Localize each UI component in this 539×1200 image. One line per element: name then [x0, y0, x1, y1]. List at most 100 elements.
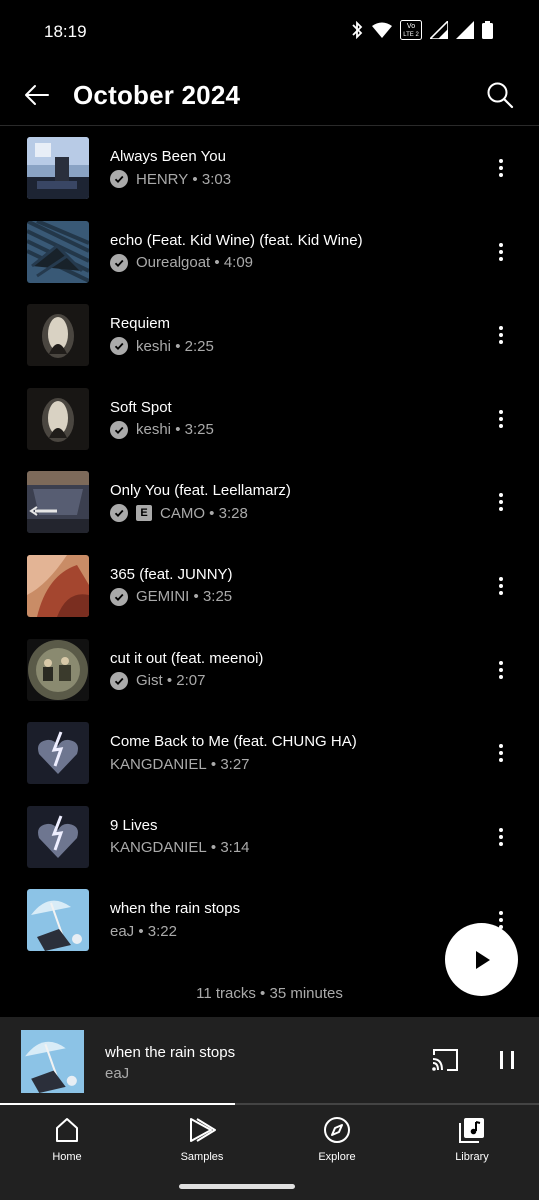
nav-library[interactable]: Library: [427, 1115, 517, 1163]
search-button[interactable]: [485, 80, 515, 110]
more-options-button[interactable]: [493, 239, 509, 265]
track-row[interactable]: Soft Spot keshi • 3:25: [0, 378, 539, 462]
signal-icon-2: [456, 21, 474, 39]
track-row[interactable]: 365 (feat. JUNNY) GEMINI • 3:25: [0, 545, 539, 629]
nav-samples[interactable]: Samples: [157, 1115, 247, 1163]
status-bar: 18:19 Vo LTE 2: [0, 0, 539, 64]
nav-home[interactable]: Home: [22, 1115, 112, 1163]
track-row[interactable]: Come Back to Me (feat. CHUNG HA) KANGDAN…: [0, 712, 539, 796]
status-time: 18:19: [44, 22, 87, 41]
album-art: [27, 722, 89, 785]
track-duration: 3:14: [220, 839, 250, 857]
status-icons: Vo LTE 2: [350, 20, 493, 40]
signal-icon: [430, 21, 448, 39]
track-meta: eaJ • 3:22: [110, 922, 177, 940]
track-title: 365 (feat. JUNNY): [110, 565, 233, 583]
track-duration: 3:28: [218, 504, 248, 522]
arrow-left-icon: [25, 85, 49, 105]
nav-label: Home: [52, 1151, 82, 1163]
nav-explore[interactable]: Explore: [292, 1115, 382, 1163]
battery-icon: [482, 21, 493, 39]
library-icon: [459, 1118, 484, 1143]
pause-icon: [500, 1051, 503, 1069]
track-row[interactable]: 9 Lives KANGDANIEL • 3:14: [0, 796, 539, 880]
nav-label: Library: [455, 1151, 489, 1163]
track-row[interactable]: cut it out (feat. meenoi) Gist • 2:07: [0, 629, 539, 713]
track-row[interactable]: Always Been You HENRY • 3:03: [0, 127, 539, 211]
track-meta: KANGDANIEL • 3:27: [110, 755, 250, 773]
pause-button[interactable]: [496, 1049, 518, 1073]
now-playing-title: when the rain stops: [105, 1044, 236, 1061]
track-duration: 3:25: [184, 421, 214, 439]
svg-text:LTE 2: LTE 2: [403, 32, 419, 38]
track-artist: GEMINI: [136, 588, 190, 606]
more-options-button[interactable]: [493, 657, 509, 683]
cast-icon: [432, 1049, 458, 1071]
album-art: [27, 220, 89, 283]
track-duration: 2:25: [184, 337, 214, 355]
track-title: Soft Spot: [110, 398, 172, 416]
track-list: Always Been You HENRY • 3:03 echo (Feat.…: [0, 127, 539, 963]
more-options-button[interactable]: [493, 740, 509, 766]
app-header: October 2024: [0, 64, 539, 126]
album-art: [27, 889, 89, 952]
volte-icon: Vo LTE 2: [400, 20, 422, 40]
track-row[interactable]: Requiem keshi • 2:25: [0, 294, 539, 378]
downloaded-icon: [110, 170, 128, 188]
gesture-bar[interactable]: [179, 1184, 295, 1189]
album-art: [27, 137, 89, 199]
track-artist: KANGDANIEL: [110, 839, 207, 857]
more-options-button[interactable]: [493, 322, 509, 348]
now-playing-art: [21, 1030, 84, 1093]
explicit-badge: E: [136, 505, 152, 522]
track-title: Only You (feat. Leellamarz): [110, 482, 291, 500]
album-art: [27, 805, 89, 868]
track-duration: 3:27: [220, 755, 250, 773]
track-title: 9 Lives: [110, 816, 158, 834]
downloaded-icon: [110, 671, 128, 690]
album-art: [27, 638, 89, 701]
mini-player[interactable]: when the rain stops eaJ: [0, 1017, 539, 1105]
track-artist: keshi: [136, 421, 172, 439]
track-meta: Ourealgoat • 4:09: [110, 253, 253, 273]
track-artist: HENRY: [136, 170, 189, 188]
nav-label: Explore: [318, 1151, 356, 1163]
downloaded-icon: [110, 253, 128, 272]
home-icon: [56, 1118, 78, 1142]
nav-label: Samples: [180, 1151, 224, 1163]
track-artist: KANGDANIEL: [110, 755, 207, 773]
play-button[interactable]: [445, 923, 518, 996]
search-icon: [487, 82, 514, 109]
track-artist: CAMO: [160, 504, 205, 522]
track-meta: HENRY • 3:03: [110, 169, 231, 189]
explore-icon: [324, 1117, 350, 1143]
more-options-button[interactable]: [493, 573, 509, 599]
track-title: when the rain stops: [110, 900, 241, 918]
album-art: [27, 387, 89, 450]
back-button[interactable]: [22, 80, 52, 110]
more-options-button[interactable]: [493, 824, 509, 850]
track-row[interactable]: echo (Feat. Kid Wine) (feat. Kid Wine) O…: [0, 211, 539, 295]
track-row[interactable]: Only You (feat. Leellamarz) E CAMO • 3:2…: [0, 461, 539, 545]
track-title: Requiem: [110, 315, 171, 333]
cast-button[interactable]: [430, 1047, 460, 1073]
svg-text:Vo: Vo: [407, 23, 415, 30]
album-art: [27, 471, 89, 534]
now-playing-artist: eaJ: [105, 1065, 130, 1082]
track-duration: 3:22: [147, 922, 177, 940]
track-title: Come Back to Me (feat. CHUNG HA): [110, 733, 357, 751]
track-meta: keshi • 3:25: [110, 420, 214, 440]
track-meta: E CAMO • 3:28: [110, 503, 248, 523]
track-title: Always Been You: [110, 148, 226, 165]
track-artist: eaJ: [110, 922, 135, 940]
more-options-button[interactable]: [493, 406, 509, 432]
downloaded-icon: [110, 337, 128, 356]
track-meta: GEMINI • 3:25: [110, 587, 232, 607]
more-options-button[interactable]: [493, 155, 509, 181]
track-duration: 2:07: [176, 672, 206, 690]
track-artist: Ourealgoat: [136, 254, 211, 272]
album-art: [27, 304, 89, 367]
more-options-button[interactable]: [493, 489, 509, 515]
track-title: cut it out (feat. meenoi): [110, 649, 264, 667]
track-artist: Gist: [136, 672, 163, 690]
